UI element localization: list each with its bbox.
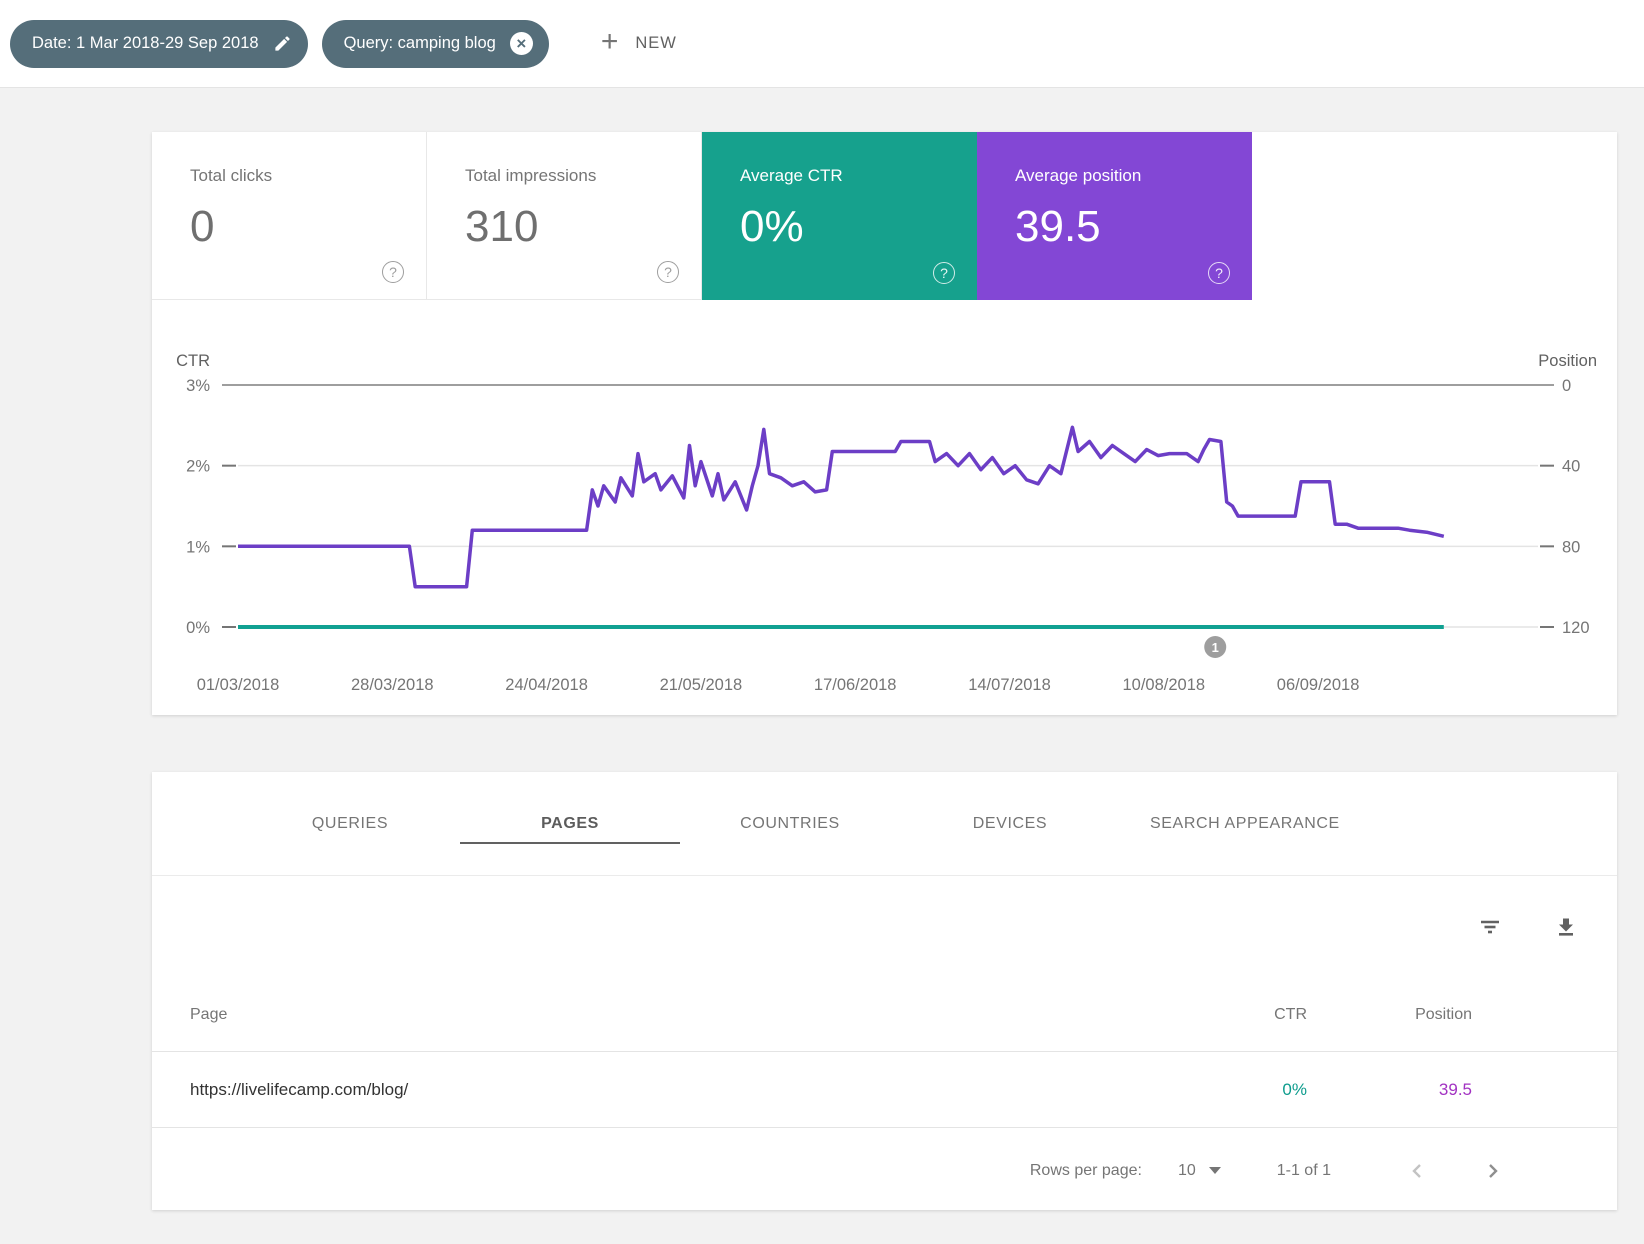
svg-text:1: 1 <box>1212 640 1219 655</box>
tab-search-appearance[interactable]: SEARCH APPEARANCE <box>1120 772 1370 875</box>
filter-bar: Date: 1 Mar 2018-29 Sep 2018 Query: camp… <box>0 0 1644 88</box>
svg-text:1%: 1% <box>186 538 210 556</box>
download-icon[interactable] <box>1554 915 1578 939</box>
performance-chart: CTR Position 3% 0 2% 40 1% 80 0% 120 1 01/03/2018 28… <box>152 330 1617 715</box>
card-value: 39.5 <box>1015 202 1252 252</box>
table-footer: Rows per page: 10 1-1 of 1 <box>152 1128 1617 1213</box>
svg-text:40: 40 <box>1562 458 1580 476</box>
svg-text:10/08/2018: 10/08/2018 <box>1123 676 1206 694</box>
average-position-card[interactable]: Average position 39.5 ? <box>977 132 1252 300</box>
svg-text:14/07/2018: 14/07/2018 <box>968 676 1051 694</box>
column-header-position[interactable]: Position <box>1307 1006 1472 1024</box>
svg-text:2%: 2% <box>186 458 210 476</box>
svg-text:0: 0 <box>1562 377 1571 395</box>
remove-filter-icon[interactable]: × <box>510 32 533 55</box>
svg-text:Position: Position <box>1538 352 1597 370</box>
new-filter-label: NEW <box>635 34 677 53</box>
help-icon[interactable]: ? <box>1208 262 1230 284</box>
row-ctr-value: 0% <box>1137 1080 1307 1100</box>
filter-icon[interactable] <box>1478 915 1502 939</box>
plus-icon: + <box>601 27 620 57</box>
card-value: 0 <box>190 202 426 252</box>
rows-per-page-select[interactable]: 10 <box>1178 1162 1221 1180</box>
tab-devices[interactable]: DEVICES <box>900 772 1120 875</box>
help-icon[interactable]: ? <box>657 261 679 283</box>
rows-per-page-value: 10 <box>1178 1162 1196 1180</box>
tabs: QUERIES PAGES COUNTRIES DEVICES SEARCH A… <box>152 772 1617 876</box>
help-icon[interactable]: ? <box>382 261 404 283</box>
card-label: Total impressions <box>465 166 701 186</box>
metric-cards: Total clicks 0 ? Total impressions 310 ?… <box>152 132 1617 300</box>
rows-per-page-label: Rows per page: <box>1030 1162 1142 1180</box>
card-value: 310 <box>465 202 701 252</box>
performance-panel: Total clicks 0 ? Total impressions 310 ?… <box>152 132 1617 715</box>
query-filter-label: Query: camping blog <box>344 34 496 53</box>
svg-text:80: 80 <box>1562 538 1580 556</box>
date-filter-chip[interactable]: Date: 1 Mar 2018-29 Sep 2018 <box>10 20 308 68</box>
column-header-page[interactable]: Page <box>190 1006 1137 1024</box>
svg-text:01/03/2018: 01/03/2018 <box>197 676 280 694</box>
tab-queries[interactable]: QUERIES <box>240 772 460 875</box>
new-filter-button[interactable]: + NEW <box>595 29 683 58</box>
row-position-value: 39.5 <box>1307 1080 1472 1100</box>
svg-text:28/03/2018: 28/03/2018 <box>351 676 434 694</box>
tab-pages[interactable]: PAGES <box>460 772 680 875</box>
table-toolbar <box>152 876 1617 978</box>
date-filter-label: Date: 1 Mar 2018-29 Sep 2018 <box>32 34 259 53</box>
card-value: 0% <box>740 202 977 252</box>
table-header-row: Page CTR Position <box>152 978 1617 1052</box>
svg-text:CTR: CTR <box>176 352 210 370</box>
svg-text:06/09/2018: 06/09/2018 <box>1277 676 1360 694</box>
svg-text:21/05/2018: 21/05/2018 <box>660 676 743 694</box>
query-filter-chip[interactable]: Query: camping blog × <box>322 20 549 68</box>
card-label: Average CTR <box>740 166 977 186</box>
previous-page-button[interactable] <box>1405 1159 1429 1183</box>
caret-down-icon <box>1209 1167 1221 1174</box>
table-row[interactable]: https://livelifecamp.com/blog/ 0% 39.5 <box>152 1052 1617 1128</box>
total-impressions-card[interactable]: Total impressions 310 ? <box>427 132 702 300</box>
average-ctr-card[interactable]: Average CTR 0% ? <box>702 132 977 300</box>
page: Date: 1 Mar 2018-29 Sep 2018 Query: camp… <box>0 0 1644 1244</box>
next-page-button[interactable] <box>1481 1159 1505 1183</box>
row-page-url[interactable]: https://livelifecamp.com/blog/ <box>190 1080 1137 1100</box>
svg-text:17/06/2018: 17/06/2018 <box>814 676 897 694</box>
card-label: Average position <box>1015 166 1252 186</box>
column-header-ctr[interactable]: CTR <box>1137 1006 1307 1024</box>
svg-text:24/04/2018: 24/04/2018 <box>505 676 588 694</box>
results-panel: QUERIES PAGES COUNTRIES DEVICES SEARCH A… <box>152 772 1617 1210</box>
edit-icon[interactable] <box>273 34 292 53</box>
card-label: Total clicks <box>190 166 426 186</box>
total-clicks-card[interactable]: Total clicks 0 ? <box>152 132 427 300</box>
tab-countries[interactable]: COUNTRIES <box>680 772 900 875</box>
help-icon[interactable]: ? <box>933 262 955 284</box>
svg-text:3%: 3% <box>186 377 210 395</box>
pagination-range: 1-1 of 1 <box>1277 1162 1331 1180</box>
svg-text:120: 120 <box>1562 619 1590 637</box>
svg-text:0%: 0% <box>186 619 210 637</box>
